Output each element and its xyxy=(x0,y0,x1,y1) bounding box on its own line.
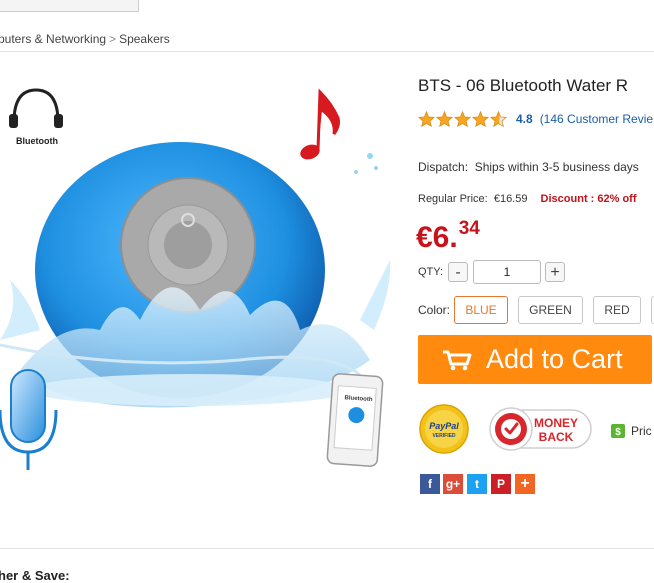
star-icon xyxy=(454,111,471,127)
regular-price-value: €16.59 xyxy=(493,193,528,205)
rating-row: 4.8 (146 Customer Revie xyxy=(418,110,653,128)
regular-price-row: Regular Price: €16.59 Discount : 62% off xyxy=(418,193,637,205)
discount-text: Discount : 62% off xyxy=(540,193,637,205)
product-image[interactable]: Bluetooth Bluetooth xyxy=(0,60,405,490)
add-to-cart-label: Add to Cart xyxy=(486,344,623,374)
money-back-label-line1: MONEY xyxy=(534,416,578,430)
half-star-icon xyxy=(490,111,507,127)
qty-increase-button[interactable]: + xyxy=(545,262,565,282)
rating-stars xyxy=(418,111,508,127)
money-back-icon: MONEY BACK xyxy=(489,407,592,451)
customer-reviews-link[interactable]: (146 Customer Revie xyxy=(540,112,653,126)
sale-price: €6.34 xyxy=(416,218,480,255)
money-back-badge: MONEY BACK xyxy=(489,406,593,457)
money-back-label-line2: BACK xyxy=(539,430,574,444)
top-search-box[interactable] xyxy=(0,0,139,12)
qty-input[interactable] xyxy=(473,260,541,284)
color-label: Color: xyxy=(418,303,451,317)
add-to-cart-button[interactable]: Add to Cart xyxy=(418,335,652,384)
paypal-verified-badge: PayPal VERIFIED xyxy=(419,404,469,459)
breadcrumb-separator: > xyxy=(109,32,117,46)
breadcrumb-item-speakers[interactable]: Speakers xyxy=(119,32,170,46)
paypal-icon: PayPal VERIFIED xyxy=(419,404,469,454)
section-divider xyxy=(0,548,654,549)
bundle-heading: her & Save: xyxy=(0,568,70,583)
price-cents: 34 xyxy=(458,218,480,239)
facebook-icon[interactable]: f xyxy=(420,474,440,494)
music-note-icon xyxy=(300,88,340,160)
headphones-icon xyxy=(9,88,63,128)
star-icon xyxy=(418,111,435,127)
paypal-label: PayPal xyxy=(429,421,459,431)
dispatch-value: Ships within 3-5 business days xyxy=(474,160,639,174)
price-main: €6. xyxy=(416,221,458,254)
star-icon xyxy=(436,111,453,127)
star-icon xyxy=(472,111,489,127)
color-option-red[interactable]: RED xyxy=(593,296,641,324)
speaker-illustration: Bluetooth Bluetooth xyxy=(0,88,391,470)
color-option-blue[interactable]: BLUE xyxy=(454,296,508,324)
breadcrumb-divider xyxy=(0,51,654,52)
product-title: BTS - 06 Bluetooth Water R xyxy=(418,76,629,95)
svg-text:$: $ xyxy=(615,427,621,438)
regular-price-label: Regular Price: xyxy=(418,193,488,205)
pinterest-icon[interactable]: P xyxy=(491,474,511,494)
price-link-label[interactable]: Pric xyxy=(631,424,652,438)
breadcrumb-item-networking[interactable]: puters & Networking xyxy=(0,32,106,46)
breadcrumb: puters & Networking > Speakers xyxy=(0,32,170,46)
price-link-icon[interactable]: $ xyxy=(611,424,625,443)
phone-icon: Bluetooth xyxy=(326,373,384,467)
cart-icon xyxy=(443,350,472,370)
paypal-verified-label: VERIFIED xyxy=(432,433,455,439)
headphones-label: Bluetooth xyxy=(16,136,58,146)
dispatch-info: Dispatch: Ships within 3-5 business days xyxy=(418,160,639,174)
qty-decrease-button[interactable]: - xyxy=(448,262,468,282)
google-plus-icon[interactable]: g+ xyxy=(443,474,463,494)
qty-label: QTY: xyxy=(418,266,444,278)
more-share-icon[interactable]: + xyxy=(515,474,535,494)
color-option-green[interactable]: GREEN xyxy=(518,296,583,324)
dispatch-label: Dispatch: xyxy=(418,160,469,174)
twitter-icon[interactable]: t xyxy=(467,474,487,494)
rating-value: 4.8 xyxy=(516,112,533,126)
